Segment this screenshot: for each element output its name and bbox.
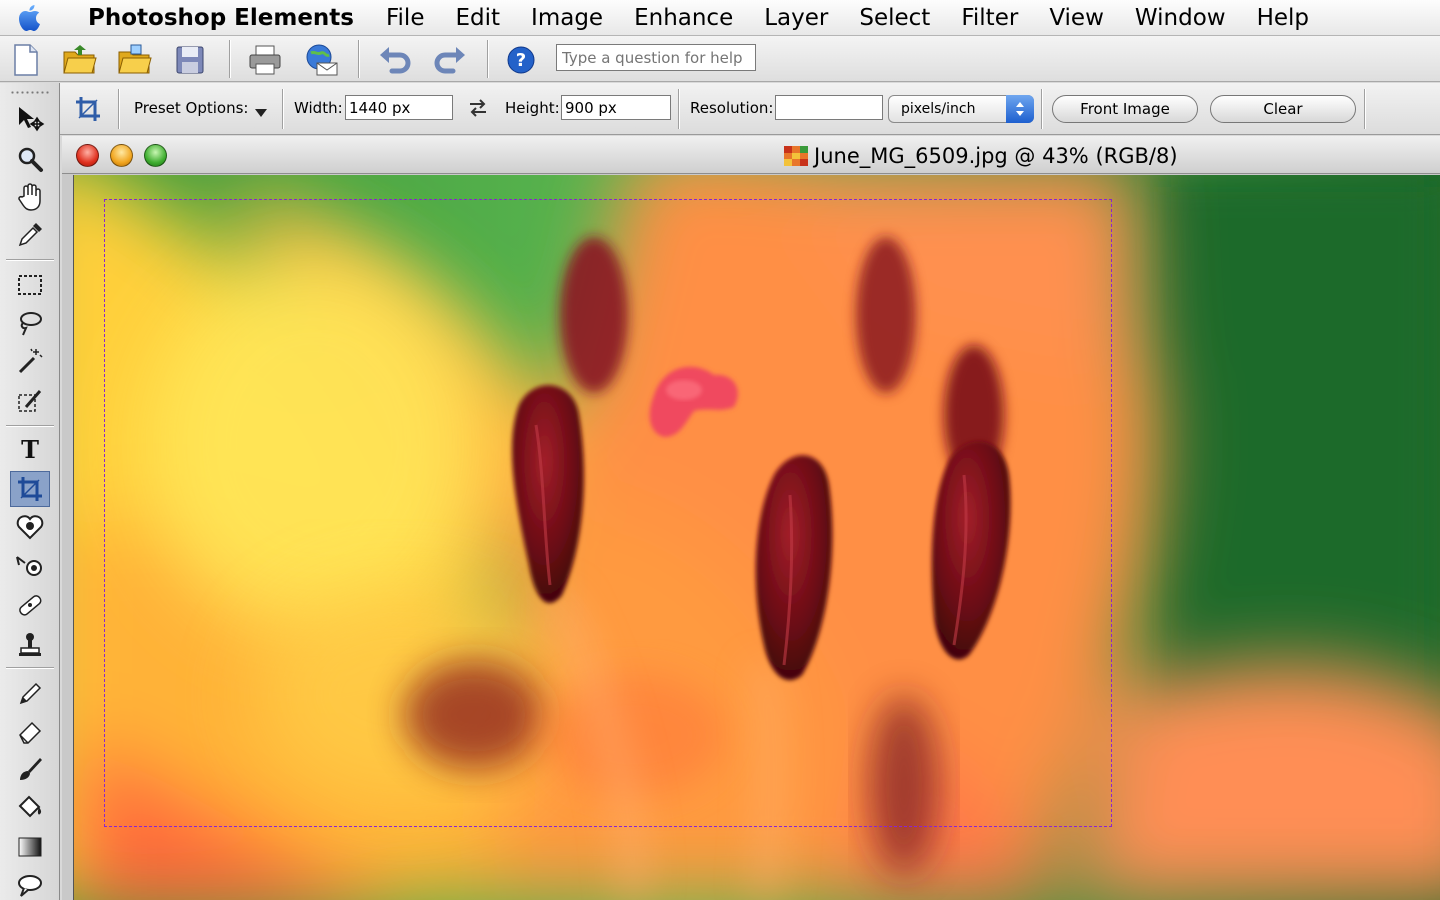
brush-tool-icon[interactable] (10, 751, 50, 787)
height-input[interactable] (561, 95, 671, 120)
height-label: Height: (505, 99, 560, 117)
browse-folder-icon[interactable] (115, 40, 155, 80)
resolution-label: Resolution: (690, 99, 774, 117)
app-name-menu[interactable]: Photoshop Elements (88, 5, 354, 31)
options-separator (1041, 89, 1043, 129)
front-image-button[interactable]: Front Image (1052, 95, 1198, 123)
menu-filter[interactable]: Filter (961, 5, 1018, 31)
options-separator (678, 89, 680, 129)
lasso-tool-icon[interactable] (10, 305, 50, 341)
healing-brush-tool-icon[interactable] (10, 587, 50, 623)
options-separator (118, 89, 120, 129)
menu-select[interactable]: Select (859, 5, 930, 31)
toolbar-separator (487, 40, 489, 78)
document-title: June_MG_6509.jpg @ 43% (RGB/8) (784, 142, 1178, 170)
document-window: June_MG_6509.jpg @ 43% (RGB/8) (62, 136, 1440, 900)
toolbox-separator (6, 259, 54, 261)
minimize-window-button[interactable] (110, 144, 133, 167)
menu-bar: Photoshop Elements File Edit Image Enhan… (0, 0, 1440, 36)
redo-icon[interactable] (430, 40, 470, 80)
clone-stamp-tool-icon[interactable] (10, 627, 50, 663)
menu-layer[interactable]: Layer (764, 5, 828, 31)
toolbox-separator (6, 425, 54, 427)
options-separator (282, 89, 284, 129)
hand-tool-icon[interactable] (10, 179, 50, 215)
menu-help[interactable]: Help (1257, 5, 1309, 31)
magic-wand-tool-icon[interactable] (10, 343, 50, 379)
menu-window[interactable]: Window (1135, 5, 1226, 31)
preset-dropdown-arrow-icon[interactable] (255, 103, 267, 121)
document-title-text: June_MG_6509.jpg @ 43% (RGB/8) (814, 144, 1178, 168)
apple-menu-icon[interactable] (0, 0, 60, 36)
resolution-input[interactable] (775, 95, 883, 120)
toolbox: T (0, 83, 60, 900)
pencil-tool-icon[interactable] (10, 675, 50, 711)
menu-view[interactable]: View (1049, 5, 1104, 31)
select-arrows-icon (1006, 95, 1034, 123)
clear-button[interactable]: Clear (1210, 95, 1356, 123)
move-tool-icon[interactable] (10, 101, 50, 137)
menu-edit[interactable]: Edit (455, 5, 500, 31)
help-search-input[interactable] (556, 44, 756, 71)
document-title-bar[interactable]: June_MG_6509.jpg @ 43% (RGB/8) (62, 136, 1440, 174)
cookie-cutter-tool-icon[interactable] (10, 547, 50, 583)
help-icon[interactable]: ? (501, 40, 541, 80)
image-file-icon (784, 146, 808, 166)
gradient-tool-icon[interactable] (10, 829, 50, 865)
crop-options-icon (70, 93, 106, 125)
options-separator (1364, 89, 1366, 129)
menu-file[interactable]: File (386, 5, 425, 31)
undo-icon[interactable] (375, 40, 415, 80)
swap-dimensions-icon[interactable] (468, 99, 488, 121)
preset-options-label[interactable]: Preset Options: (134, 99, 248, 117)
zoom-window-button[interactable] (144, 144, 167, 167)
shape-tool-icon[interactable] (10, 867, 50, 900)
zoom-tool-icon[interactable] (10, 141, 50, 177)
lily-photo (74, 175, 1440, 900)
close-window-button[interactable] (76, 144, 99, 167)
save-icon[interactable] (170, 40, 210, 80)
width-label: Width: (294, 99, 343, 117)
toolbox-separator (6, 667, 54, 669)
resolution-units-select[interactable]: pixels/inch (888, 95, 1034, 123)
type-tool-icon[interactable]: T (10, 431, 50, 467)
toolbar-separator (229, 40, 231, 78)
email-icon[interactable] (301, 40, 341, 80)
new-file-icon[interactable] (6, 40, 46, 80)
shortcuts-toolbar: ? (0, 36, 1440, 82)
paint-bucket-tool-icon[interactable] (10, 789, 50, 825)
units-value: pixels/inch (901, 101, 976, 117)
tool-options-bar: Preset Options: Width: Height: Resolutio… (60, 83, 1440, 135)
crop-tool-icon[interactable] (10, 471, 50, 507)
menu-image[interactable]: Image (531, 5, 603, 31)
red-eye-tool-icon[interactable] (10, 509, 50, 545)
svg-text:?: ? (516, 50, 526, 71)
eyedropper-tool-icon[interactable] (10, 217, 50, 253)
toolbox-grip[interactable] (10, 91, 50, 94)
toolbar-separator (358, 40, 360, 78)
eraser-tool-icon[interactable] (10, 713, 50, 749)
menu-enhance[interactable]: Enhance (634, 5, 733, 31)
print-icon[interactable] (245, 40, 285, 80)
open-file-icon[interactable] (60, 40, 100, 80)
image-canvas[interactable] (73, 175, 1440, 900)
svg-text:T: T (21, 435, 39, 463)
marquee-tool-icon[interactable] (10, 267, 50, 303)
width-input[interactable] (345, 95, 453, 120)
selection-brush-tool-icon[interactable] (10, 383, 50, 419)
